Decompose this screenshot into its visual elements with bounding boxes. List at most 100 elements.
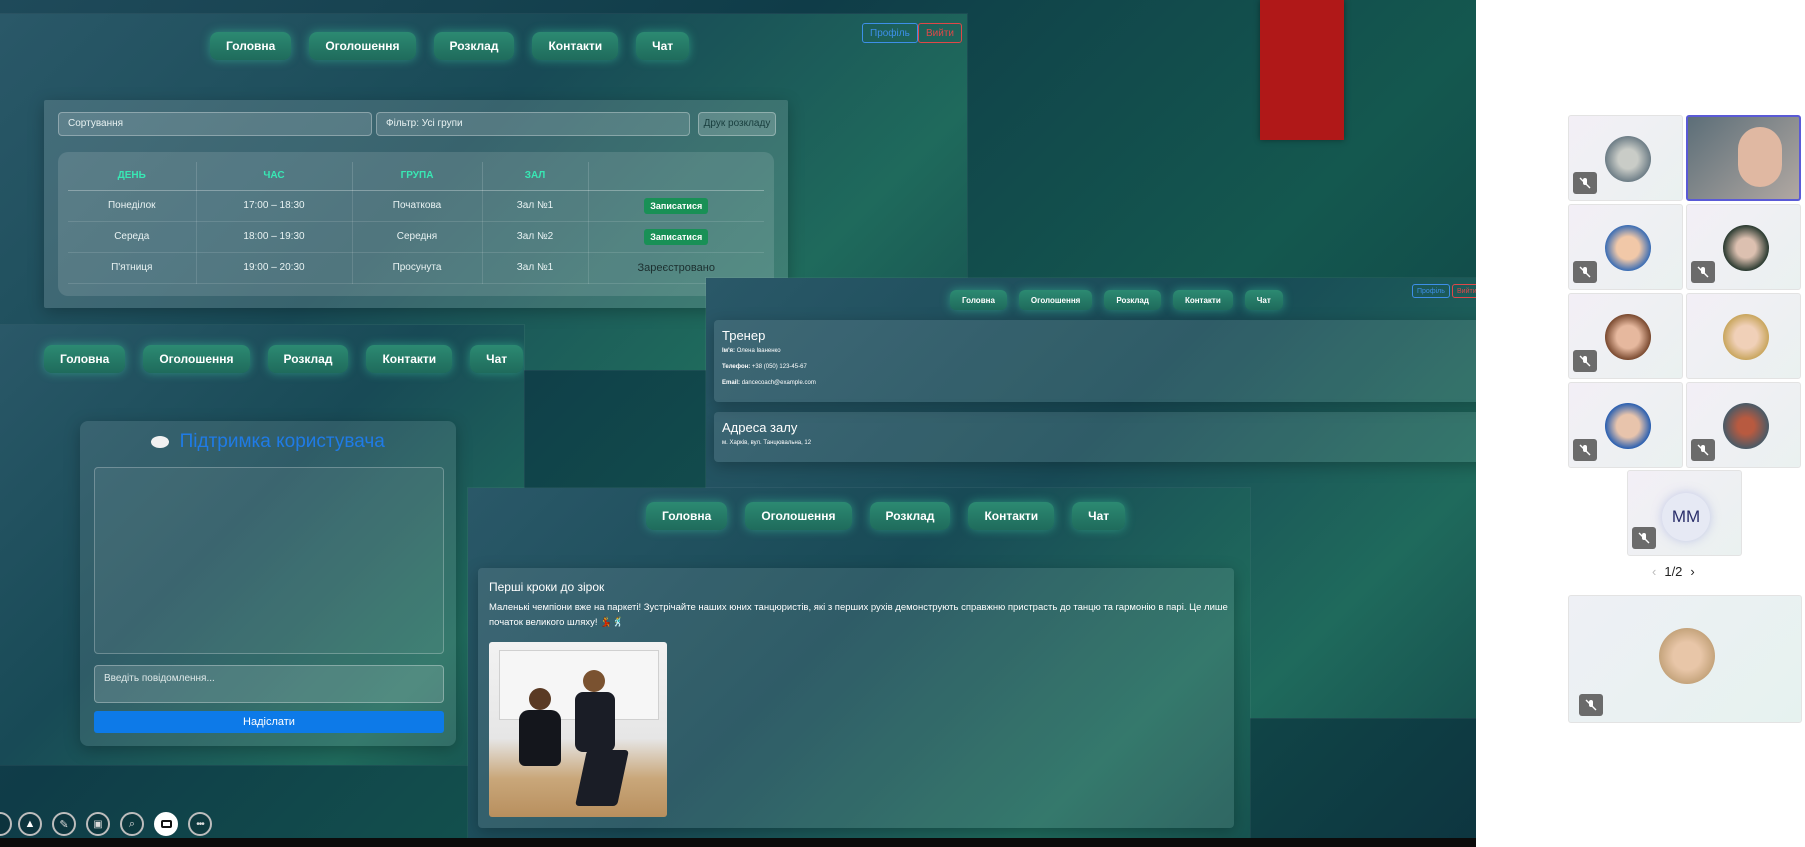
nav-contacts[interactable]: Контакти xyxy=(1172,290,1233,310)
support-panel: Підтримка користувача Введіть повідомлен… xyxy=(80,421,456,746)
avatar xyxy=(1605,136,1651,182)
table-row: Середа 18:00 – 19:30 Середня Зал №2 Запи… xyxy=(68,221,764,253)
nav-home[interactable]: Головна xyxy=(44,345,126,373)
nav-contacts[interactable]: Контакти xyxy=(366,345,453,373)
participant-video xyxy=(1738,127,1782,187)
nav-contacts[interactable]: Контакти xyxy=(968,502,1055,530)
coach-phone: Телефон: +38 (050) 123-45-67 xyxy=(722,364,807,370)
mic-muted-icon xyxy=(1632,527,1656,549)
nav-announcements[interactable]: Оголошення xyxy=(143,345,250,373)
print-schedule-button[interactable]: Друк розкладу xyxy=(698,112,776,136)
nav-schedule[interactable]: Розклад xyxy=(267,345,349,373)
nav-chat[interactable]: Чат xyxy=(636,32,690,60)
mic-muted-icon xyxy=(1573,261,1597,283)
news-title: Перші кроки до зірок xyxy=(489,580,605,594)
avatar xyxy=(1659,628,1715,684)
speech-bubble-icon xyxy=(151,436,170,448)
address-card: Адреса залу м. Харків, вул. Танцювальна,… xyxy=(714,412,1476,462)
nav-bar: Головна Оголошення Розклад Контакти Чат xyxy=(210,32,690,60)
join-button[interactable]: Записатися xyxy=(644,197,709,214)
zoom-tool-icon[interactable]: ⌕ xyxy=(120,812,144,836)
participant-tile[interactable]: MM xyxy=(1627,470,1742,556)
participant-tile[interactable] xyxy=(1686,382,1801,468)
nav-announcements[interactable]: Оголошення xyxy=(745,502,852,530)
avatar xyxy=(1723,403,1769,449)
logout-button[interactable]: Вийти xyxy=(1452,284,1476,298)
news-text: Маленькі чемпіони вже на паркеті! Зустрі… xyxy=(489,602,1228,628)
news-card: Перші кроки до зірок Маленькі чемпіони в… xyxy=(478,568,1234,828)
nav-bar: Головна Оголошення Розклад Контакти Чат xyxy=(950,290,1283,310)
logout-button[interactable]: Вийти xyxy=(918,23,963,43)
pen-tool-icon[interactable]: ✎ xyxy=(52,812,76,836)
header-day: ДЕНЬ xyxy=(68,162,197,191)
sort-select[interactable]: Сортування xyxy=(58,112,372,136)
nav-announcements[interactable]: Оголошення xyxy=(1018,290,1093,310)
participant-tile[interactable] xyxy=(1568,204,1683,290)
video-tool-icon[interactable] xyxy=(154,812,178,836)
avatar xyxy=(1605,314,1651,360)
nav-schedule[interactable]: Розклад xyxy=(1104,290,1161,310)
nav-schedule[interactable]: Розклад xyxy=(869,502,951,530)
participants-panel: MM ‹ 1/2 › xyxy=(1476,0,1805,847)
nav-contacts[interactable]: Контакти xyxy=(532,32,619,60)
participant-tile[interactable] xyxy=(1568,293,1683,379)
schedule-panel: Сортування Фільтр: Усі групи Друк розкла… xyxy=(44,100,788,308)
coach-name: Ім'я: Олена Іваненко xyxy=(722,348,781,354)
layout-tool-icon[interactable]: ▣ xyxy=(86,812,110,836)
more-tool-icon[interactable]: ••• xyxy=(188,812,212,836)
table-row: П'ятниця 19:00 – 20:30 Просунута Зал №1 … xyxy=(68,252,764,284)
self-view-tile[interactable] xyxy=(1568,595,1802,723)
partial-tool-icon[interactable] xyxy=(0,812,12,836)
participant-tile[interactable] xyxy=(1568,115,1683,201)
schedule-table: ДЕНЬ ЧАС ГРУПА ЗАЛ Понеділок 17:00 – 18:… xyxy=(68,162,764,284)
bottom-strip xyxy=(0,838,1476,847)
coach-card: Тренер Ім'я: Олена Іваненко Телефон: +38… xyxy=(714,320,1476,402)
address-title: Адреса залу xyxy=(722,420,798,435)
chat-messages-area[interactable] xyxy=(94,467,444,654)
screen-share-area: Головна Оголошення Розклад Контакти Чат … xyxy=(0,0,1476,847)
participant-tile[interactable] xyxy=(1568,382,1683,468)
profile-button[interactable]: Профіль xyxy=(1412,284,1450,298)
nav-chat[interactable]: Чат xyxy=(1072,502,1126,530)
header-time: ЧАС xyxy=(196,162,353,191)
participant-tile[interactable] xyxy=(1686,204,1801,290)
nav-announcements[interactable]: Оголошення xyxy=(309,32,416,60)
nav-schedule[interactable]: Розклад xyxy=(433,32,515,60)
mic-muted-icon xyxy=(1573,439,1597,461)
table-header: ДЕНЬ ЧАС ГРУПА ЗАЛ xyxy=(68,162,764,191)
mic-muted-icon xyxy=(1573,350,1597,372)
cursor-tool-icon[interactable]: ▲ xyxy=(18,812,42,836)
chevron-left-icon[interactable]: ‹ xyxy=(1652,564,1656,579)
message-input[interactable]: Введіть повідомлення... xyxy=(94,665,444,703)
header-action xyxy=(588,162,764,191)
coach-email: Email: dancecoach@example.com xyxy=(722,380,816,386)
schedule-table-card: ДЕНЬ ЧАС ГРУПА ЗАЛ Понеділок 17:00 – 18:… xyxy=(58,152,774,296)
nav-chat[interactable]: Чат xyxy=(470,345,524,373)
mic-muted-icon xyxy=(1579,694,1603,716)
chevron-right-icon[interactable]: › xyxy=(1690,564,1694,579)
header-group: ГРУПА xyxy=(352,162,483,191)
mic-muted-icon xyxy=(1691,439,1715,461)
nav-home[interactable]: Головна xyxy=(646,502,728,530)
coach-title: Тренер xyxy=(722,328,766,343)
support-title-row: Підтримка користувача xyxy=(80,431,456,453)
join-button[interactable]: Записатися xyxy=(644,228,709,245)
nav-home[interactable]: Головна xyxy=(950,290,1007,310)
avatar xyxy=(1605,225,1651,271)
mic-muted-icon xyxy=(1691,261,1715,283)
participant-tile-active[interactable] xyxy=(1686,115,1801,201)
profile-button[interactable]: Профіль xyxy=(862,23,918,43)
table-row: Понеділок 17:00 – 18:30 Початкова Зал №1… xyxy=(68,190,764,222)
nav-chat[interactable]: Чат xyxy=(1244,290,1283,310)
address-value: м. Харків, вул. Танцювальна, 12 xyxy=(722,440,812,446)
participant-tile[interactable] xyxy=(1686,293,1801,379)
support-window: Головна Оголошення Розклад Контакти Чат … xyxy=(0,325,524,765)
nav-home[interactable]: Головна xyxy=(210,32,292,60)
mic-muted-icon xyxy=(1573,172,1597,194)
red-block xyxy=(1260,0,1344,140)
send-button[interactable]: Надіслати xyxy=(94,711,444,733)
avatar xyxy=(1723,225,1769,271)
nav-bar: Головна Оголошення Розклад Контакти Чат xyxy=(44,345,524,373)
filter-select[interactable]: Фільтр: Усі групи xyxy=(376,112,690,136)
page-indicator: 1/2 xyxy=(1664,564,1683,579)
